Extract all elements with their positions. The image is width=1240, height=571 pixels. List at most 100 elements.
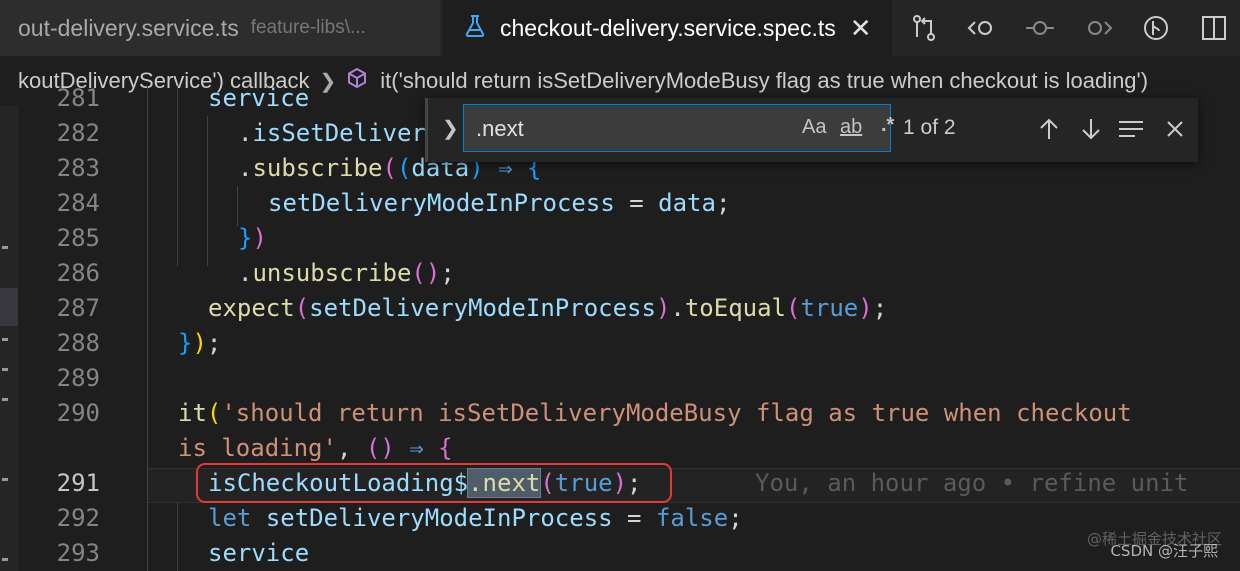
editor-actions bbox=[895, 0, 1240, 56]
line-number: 283 bbox=[56, 154, 100, 182]
sidebar-marker bbox=[2, 478, 8, 481]
next-match-icon[interactable] bbox=[1074, 112, 1108, 146]
code-text: }) bbox=[238, 221, 267, 256]
code-text: .unsubscribe(); bbox=[238, 256, 455, 291]
code-token: = bbox=[614, 189, 659, 217]
compare-changes-icon[interactable] bbox=[895, 0, 953, 56]
commit-icon[interactable] bbox=[1011, 0, 1069, 56]
code-token: ; bbox=[440, 259, 455, 287]
sidebar-marker bbox=[2, 398, 8, 401]
next-change-icon[interactable] bbox=[1069, 0, 1127, 56]
line-number: 289 bbox=[56, 364, 100, 392]
code-text: is loading', () ⇒ { bbox=[178, 431, 453, 466]
sidebar-marker bbox=[2, 246, 8, 249]
code-text: service bbox=[208, 536, 309, 571]
code-line[interactable]: is loading', () ⇒ { bbox=[18, 431, 1240, 466]
watermark: CSDN @汪子熙 bbox=[1110, 542, 1218, 560]
code-token: () bbox=[411, 259, 441, 287]
split-editor-icon[interactable] bbox=[1185, 0, 1240, 56]
find-widget: ❯ Aa ab .* 1 of 2 bbox=[425, 98, 1198, 162]
code-line[interactable]: 290 it('should return isSetDeliveryModeBu… bbox=[18, 396, 1240, 431]
line-number: 284 bbox=[56, 189, 100, 217]
code-line[interactable]: 285}) bbox=[18, 221, 1240, 256]
find-result-count: 1 of 2 bbox=[903, 116, 956, 139]
code-token: , bbox=[336, 434, 366, 462]
code-line[interactable]: 287 expect(setDeliveryModeInProcess).toEq… bbox=[18, 291, 1240, 326]
close-icon[interactable] bbox=[1158, 112, 1192, 146]
tab-checkout-delivery-spec[interactable]: checkout-delivery.service.spec.ts ✕ bbox=[442, 0, 892, 56]
code-token: ) bbox=[655, 294, 671, 322]
find-input[interactable] bbox=[474, 113, 768, 145]
line-number: 286 bbox=[56, 259, 100, 287]
match-whole-word-button[interactable]: ab bbox=[840, 116, 862, 139]
match-case-button[interactable]: Aa bbox=[802, 116, 826, 139]
code-token: ; bbox=[728, 504, 743, 532]
code-token: setDeliveryModeInProcess bbox=[265, 504, 613, 532]
code-text: }); bbox=[178, 326, 221, 361]
regex-button[interactable]: .* bbox=[881, 114, 894, 137]
code-token: setDeliveryModeInProcess bbox=[309, 294, 656, 322]
git-lens-icon[interactable] bbox=[1127, 0, 1185, 56]
find-in-selection-icon[interactable] bbox=[1114, 112, 1148, 146]
code-token: ) bbox=[858, 294, 873, 322]
line-number: 288 bbox=[56, 329, 100, 357]
code-text: service bbox=[208, 86, 309, 116]
line-number: 285 bbox=[56, 224, 100, 252]
code-token: ) bbox=[192, 329, 207, 357]
code-token: service bbox=[208, 86, 310, 112]
code-text: .isSetDeliver bbox=[238, 116, 426, 151]
sidebar-marker bbox=[2, 338, 8, 341]
annotation-highlight-box bbox=[196, 463, 672, 503]
code-token: ) bbox=[252, 224, 267, 252]
code-token: true bbox=[800, 294, 859, 322]
code-token: let bbox=[208, 504, 252, 532]
code-token: . bbox=[238, 154, 253, 182]
line-number: 281 bbox=[56, 86, 100, 112]
code-token: service bbox=[208, 539, 310, 567]
code-token: ( bbox=[786, 294, 801, 322]
code-line[interactable]: 284 setDeliveryModeInProcess = data; bbox=[18, 186, 1240, 221]
code-token: subscribe bbox=[252, 154, 383, 182]
code-token: is loading' bbox=[178, 434, 337, 462]
code-text: expect ( setDeliveryModeInProcess).toEqual… bbox=[208, 291, 887, 326]
line-number: 292 bbox=[56, 504, 100, 532]
code-text: it('should return isSetDeliveryModeBusy … bbox=[178, 396, 1132, 431]
code-line[interactable]: 288}); bbox=[18, 326, 1240, 361]
code-line[interactable]: 289 bbox=[18, 361, 1240, 396]
code-line[interactable]: 286 .unsubscribe(); bbox=[18, 256, 1240, 291]
previous-match-icon[interactable] bbox=[1032, 112, 1066, 146]
line-number: 290 bbox=[56, 399, 100, 427]
line-number: 282 bbox=[56, 119, 100, 147]
tab-out-delivery-service[interactable]: out-delivery.service.ts feature-libs\... bbox=[0, 0, 440, 56]
code-text: setDeliveryModeInProcess = data; bbox=[268, 186, 730, 221]
code-token: = bbox=[612, 504, 656, 532]
code-token: ⇒ bbox=[409, 434, 424, 462]
code-token: ; bbox=[715, 189, 731, 217]
code-token: . bbox=[670, 294, 685, 322]
sidebar-marker bbox=[2, 558, 8, 561]
find-input-box: Aa ab .* bbox=[463, 104, 894, 152]
toggle-replace-chevron-icon[interactable]: ❯ bbox=[442, 116, 459, 141]
code-token: toEqual bbox=[684, 294, 786, 322]
code-line[interactable]: 293 service bbox=[18, 536, 1240, 571]
code-token: () bbox=[365, 434, 395, 462]
code-token: ( bbox=[382, 154, 397, 182]
close-icon[interactable]: ✕ bbox=[850, 13, 872, 44]
sidebar-edge bbox=[0, 106, 18, 571]
tab-path: feature-libs\... bbox=[250, 17, 366, 38]
code-token: { bbox=[438, 434, 453, 462]
code-token: it bbox=[178, 399, 207, 427]
line-number: 293 bbox=[56, 539, 100, 567]
code-line[interactable]: 292 let setDeliveryModeInProcess = false; bbox=[18, 501, 1240, 536]
flask-icon bbox=[464, 14, 486, 43]
tab-label: out-delivery.service.ts bbox=[18, 14, 239, 41]
code-token: . bbox=[238, 119, 253, 147]
code-token: . bbox=[238, 259, 253, 287]
code-token: expect bbox=[208, 294, 295, 322]
previous-change-icon[interactable] bbox=[953, 0, 1011, 56]
sidebar-selected-item[interactable] bbox=[0, 288, 18, 326]
tab-bar: out-delivery.service.ts feature-libs\...… bbox=[0, 0, 1240, 56]
